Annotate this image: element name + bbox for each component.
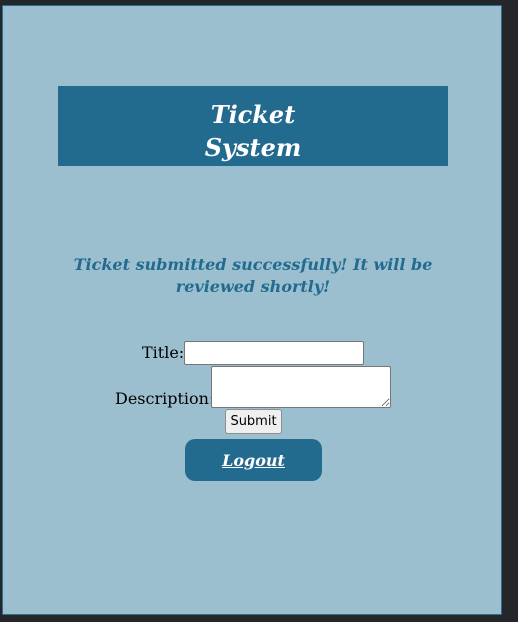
description-textarea[interactable] [211,366,391,408]
page-container: Ticket System Ticket submitted successfu… [2,5,502,615]
logout-button[interactable]: Logout [185,439,322,481]
success-message: Ticket submitted successfully! It will b… [73,255,433,296]
page-title: Ticket System [204,100,302,162]
title-label: Title: [142,343,185,362]
title-input[interactable] [184,341,364,365]
submit-button[interactable]: Submit [225,409,282,434]
header-banner: Ticket System [58,86,448,166]
description-label: Description: [115,389,215,408]
